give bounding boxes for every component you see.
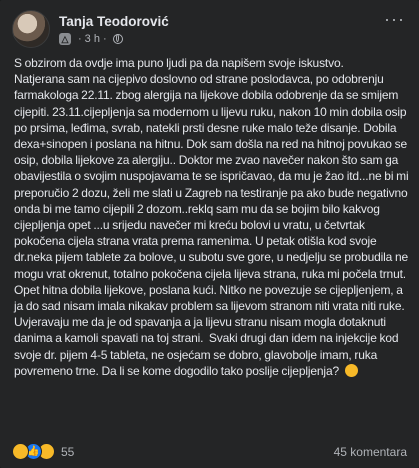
post-footer: 👍 55 45 komentara: [12, 443, 407, 460]
globe-icon: [112, 33, 123, 44]
reactions-summary[interactable]: 👍 55: [12, 443, 74, 460]
facebook-post: Tanja Teodorović △ · 3 h · ··· S obzirom…: [0, 0, 419, 468]
author-avatar[interactable]: [12, 10, 50, 48]
more-options-icon[interactable]: ···: [384, 10, 405, 28]
post-meta: Tanja Teodorović △ · 3 h ·: [59, 14, 169, 45]
reaction-count: 55: [61, 444, 75, 459]
post-subline: △ · 3 h ·: [59, 32, 169, 45]
sad-face-emoji-icon: [344, 363, 358, 377]
author-name[interactable]: Tanja Teodorović: [59, 14, 169, 30]
post-body: S obzirom da ovdje ima puno ljudi pa da …: [14, 55, 412, 379]
post-text: S obzirom da ovdje ima puno ljudi pa da …: [14, 56, 409, 378]
post-header: Tanja Teodorović △ · 3 h ·: [12, 10, 169, 48]
dot-separator: ·: [102, 32, 107, 45]
post-time[interactable]: 3 h: [85, 33, 100, 45]
group-badge-icon: △: [59, 32, 71, 45]
sad-reaction-icon: [12, 443, 29, 460]
comments-count-link[interactable]: 45 komentara: [334, 445, 407, 459]
dot-separator: ·: [78, 32, 82, 45]
